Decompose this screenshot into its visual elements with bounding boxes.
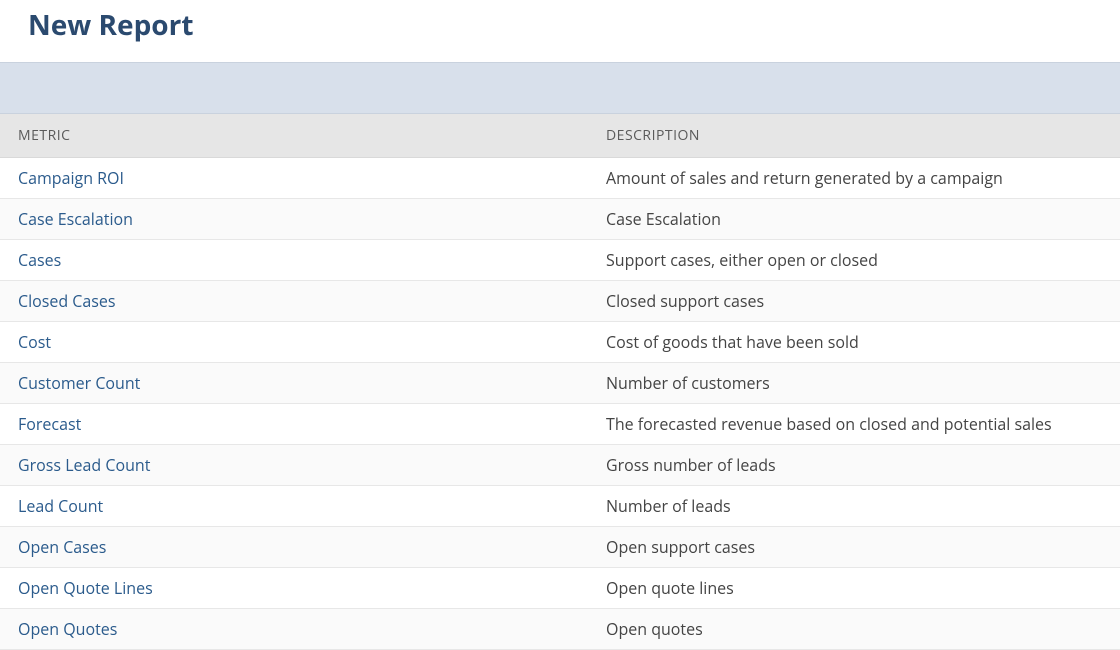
table-row: Customer Count Number of customers <box>0 363 1120 404</box>
table-row: Closed Cases Closed support cases <box>0 281 1120 322</box>
metric-link[interactable]: Customer Count <box>18 372 140 394</box>
metric-description: Number of leads <box>588 486 1120 527</box>
table-body: Campaign ROI Amount of sales and return … <box>0 158 1120 650</box>
metric-link[interactable]: Forecast <box>18 413 81 435</box>
table-row: Cost Cost of goods that have been sold <box>0 322 1120 363</box>
table-row: Open Quotes Open quotes <box>0 609 1120 650</box>
table-row: Campaign ROI Amount of sales and return … <box>0 158 1120 199</box>
metric-link[interactable]: Lead Count <box>18 495 103 517</box>
table-row: Gross Lead Count Gross number of leads <box>0 445 1120 486</box>
metrics-table: METRIC DESCRIPTION Campaign ROI Amount o… <box>0 114 1120 650</box>
metric-description: Open quote lines <box>588 568 1120 609</box>
page-title: New Report <box>0 0 1120 62</box>
table-row: Open Quote Lines Open quote lines <box>0 568 1120 609</box>
metric-link[interactable]: Campaign ROI <box>18 167 124 189</box>
column-header-metric[interactable]: METRIC <box>0 114 588 158</box>
metric-description: Open quotes <box>588 609 1120 650</box>
metric-link[interactable]: Cases <box>18 249 61 271</box>
table-row: Case Escalation Case Escalation <box>0 199 1120 240</box>
metric-description: Amount of sales and return generated by … <box>588 158 1120 199</box>
table-row: Forecast The forecasted revenue based on… <box>0 404 1120 445</box>
metric-description: Open support cases <box>588 527 1120 568</box>
toolbar-band <box>0 62 1120 114</box>
metric-link[interactable]: Closed Cases <box>18 290 116 312</box>
table-row: Open Cases Open support cases <box>0 527 1120 568</box>
table-row: Lead Count Number of leads <box>0 486 1120 527</box>
metric-description: Cost of goods that have been sold <box>588 322 1120 363</box>
metric-description: Case Escalation <box>588 199 1120 240</box>
table-row: Cases Support cases, either open or clos… <box>0 240 1120 281</box>
metric-description: Gross number of leads <box>588 445 1120 486</box>
metric-link[interactable]: Open Quote Lines <box>18 577 153 599</box>
metric-description: The forecasted revenue based on closed a… <box>588 404 1120 445</box>
metric-link[interactable]: Gross Lead Count <box>18 454 150 476</box>
metric-description: Closed support cases <box>588 281 1120 322</box>
metric-link[interactable]: Cost <box>18 331 51 353</box>
metric-description: Number of customers <box>588 363 1120 404</box>
metric-link[interactable]: Open Quotes <box>18 618 117 640</box>
metric-link[interactable]: Case Escalation <box>18 208 133 230</box>
metric-description: Support cases, either open or closed <box>588 240 1120 281</box>
metric-link[interactable]: Open Cases <box>18 536 106 558</box>
column-header-description[interactable]: DESCRIPTION <box>588 114 1120 158</box>
table-header-row: METRIC DESCRIPTION <box>0 114 1120 158</box>
